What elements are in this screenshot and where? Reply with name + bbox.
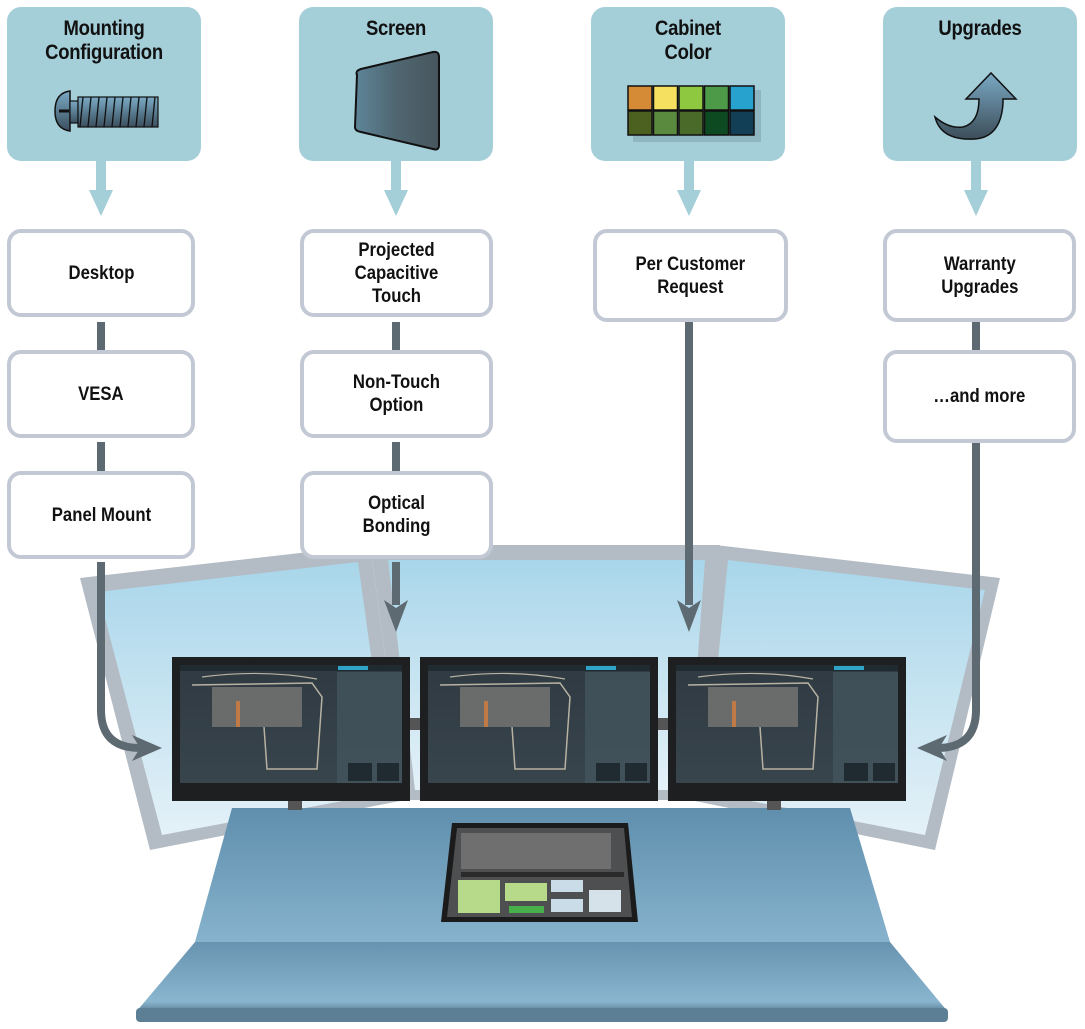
color-swatch — [703, 110, 730, 136]
option-label: Panel Mount — [51, 504, 151, 526]
screw-icon — [7, 83, 201, 143]
display-panel-icon — [299, 47, 493, 157]
option-panel-mount: Panel Mount — [7, 471, 195, 559]
option-projected-capacitive-touch: Projected Capacitive Touch — [300, 229, 493, 317]
category-title: Upgrades — [938, 17, 1022, 40]
upgrade-arrow-icon — [883, 63, 1077, 153]
option-label: Projected Capacitive Touch — [354, 239, 439, 307]
monitor-stand — [767, 800, 781, 810]
category-down-arrow-icon — [677, 160, 701, 216]
option-label: Non-Touch Option — [353, 372, 440, 416]
option-per-customer-request: Per Customer Request — [593, 229, 788, 322]
option-label: Warranty Upgrades — [940, 253, 1019, 298]
console-touch-panel — [441, 823, 638, 922]
category-mounting-configuration: Mounting Configuration — [7, 7, 201, 161]
option-label: Optical Bonding — [362, 493, 431, 537]
category-cabinet-color: Cabinet Color — [591, 7, 785, 161]
option-label: VESA — [78, 383, 124, 405]
category-title: Screen — [365, 17, 427, 40]
option-desktop: Desktop — [7, 229, 195, 317]
color-swatch — [678, 85, 704, 111]
option-label: Per Customer Request — [635, 253, 746, 298]
option-label: …and more — [933, 386, 1026, 407]
category-upgrades: Upgrades — [883, 7, 1077, 161]
color-swatch — [703, 85, 730, 111]
option-label: Desktop — [68, 262, 134, 284]
color-swatch — [652, 110, 679, 136]
option-warranty-upgrades: Warranty Upgrades — [883, 229, 1076, 322]
option-non-touch: Non-Touch Option — [300, 350, 493, 438]
category-title: Mounting Configuration — [45, 17, 163, 64]
category-down-arrow-icon — [384, 160, 408, 216]
color-swatch — [652, 85, 679, 111]
option-optical-bonding: Optical Bonding — [300, 471, 493, 559]
color-swatch — [627, 85, 653, 111]
category-title: Cabinet Color — [655, 17, 721, 64]
color-swatch — [627, 110, 653, 136]
category-down-arrow-icon — [89, 160, 113, 216]
category-screen: Screen — [299, 7, 493, 161]
color-swatch — [678, 110, 704, 136]
right-monitor — [668, 657, 906, 801]
category-down-arrow-icon — [964, 160, 988, 216]
color-swatch-icon — [591, 84, 785, 144]
monitor-stand — [288, 800, 302, 810]
left-monitor — [172, 657, 410, 801]
option-and-more: …and more — [883, 350, 1076, 443]
color-swatch — [729, 110, 755, 136]
center-monitor — [420, 657, 658, 801]
color-swatch — [729, 85, 755, 111]
option-vesa: VESA — [7, 350, 195, 438]
